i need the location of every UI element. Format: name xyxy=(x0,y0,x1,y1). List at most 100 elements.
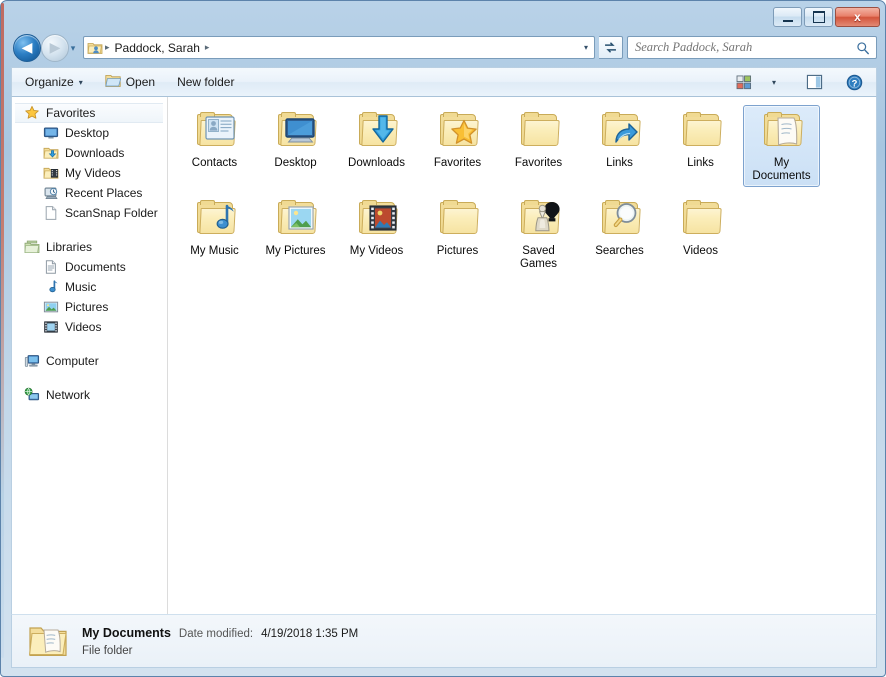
preview-pane-button[interactable] xyxy=(800,70,828,94)
file-item-links-shortcut[interactable]: Links xyxy=(581,105,658,187)
file-item-saved-games[interactable]: Saved Games xyxy=(500,193,577,275)
breadcrumb-separator-trailing[interactable]: ▸ xyxy=(203,43,212,53)
close-button[interactable]: x xyxy=(835,7,880,27)
desktop-icon xyxy=(43,125,59,141)
file-label: Searches xyxy=(595,245,644,257)
file-label: Contacts xyxy=(191,157,238,169)
open-folder-icon xyxy=(105,73,121,91)
file-label: My Videos xyxy=(349,245,404,257)
sidebar-label: Recent Places xyxy=(65,186,143,200)
maximize-button[interactable] xyxy=(804,7,833,27)
favorites-folder-icon xyxy=(434,110,482,154)
navigation-pane[interactable]: Favorites Desktop Downloads My Videos Re… xyxy=(12,97,168,614)
back-button[interactable]: ◀ xyxy=(13,34,41,62)
file-item-searches[interactable]: Searches xyxy=(581,193,658,275)
new-folder-button[interactable]: New folder xyxy=(168,70,243,94)
recent-pages-dropdown[interactable]: ▾ xyxy=(67,43,79,53)
nav-group-libraries: Libraries Documents Music Pictures Video… xyxy=(12,237,167,337)
saved-games-folder-icon xyxy=(515,198,563,242)
details-text: My Documents Date modified: 4/19/2018 1:… xyxy=(82,625,358,657)
downloads-folder-icon xyxy=(43,145,59,161)
help-button[interactable]: ? xyxy=(840,70,868,94)
details-pane: My Documents Date modified: 4/19/2018 1:… xyxy=(11,614,877,668)
sidebar-item-music[interactable]: Music xyxy=(12,277,167,297)
view-dropdown-button[interactable]: ▾ xyxy=(760,70,788,94)
open-button[interactable]: Open xyxy=(96,70,164,94)
documents-folder-icon xyxy=(758,110,806,154)
date-modified-label: Date modified: xyxy=(178,628,254,640)
sidebar-label: Pictures xyxy=(65,300,109,314)
star-icon xyxy=(24,105,40,121)
search-input[interactable] xyxy=(628,37,852,58)
file-item-contacts[interactable]: Contacts xyxy=(176,105,253,187)
sidebar-item-videos[interactable]: Videos xyxy=(12,317,167,337)
item-type: File folder xyxy=(82,645,133,657)
maximize-icon xyxy=(805,8,832,26)
file-item-links-plain[interactable]: Links xyxy=(662,105,739,187)
file-label: Saved Games xyxy=(519,245,558,270)
file-label: Pictures xyxy=(436,245,479,257)
organize-button[interactable]: Organize ▾ xyxy=(16,70,92,94)
minimize-button[interactable] xyxy=(773,7,802,27)
file-label: My Documents xyxy=(752,157,811,182)
pictures-folder-icon xyxy=(272,198,320,242)
sidebar-label: Music xyxy=(65,280,97,294)
preview-pane-icon xyxy=(806,74,822,90)
refresh-icon xyxy=(605,42,616,53)
window-frame-accent xyxy=(1,3,4,658)
new-folder-label: New folder xyxy=(177,75,235,89)
minimize-icon xyxy=(774,8,801,26)
nav-group-computer: Computer xyxy=(12,351,167,371)
file-item-videos-plain[interactable]: Videos xyxy=(662,193,739,275)
file-item-my-pictures[interactable]: My Pictures xyxy=(257,193,334,275)
date-modified-value: 4/19/2018 1:35 PM xyxy=(261,628,359,640)
user-folder-icon xyxy=(87,40,103,56)
sidebar-item-pictures[interactable]: Pictures xyxy=(12,297,167,317)
sidebar-item-recent-places[interactable]: Recent Places xyxy=(12,183,167,203)
change-view-button[interactable] xyxy=(730,70,758,94)
sidebar-item-computer[interactable]: Computer xyxy=(12,351,167,371)
breadcrumb-item-0[interactable]: Paddock, Sarah xyxy=(112,40,203,56)
plain-folder-icon xyxy=(677,110,725,154)
file-item-pictures-plain[interactable]: Pictures xyxy=(419,193,496,275)
recent-places-icon xyxy=(43,185,59,201)
sidebar-item-desktop[interactable]: Desktop xyxy=(12,123,167,143)
file-label: Favorites xyxy=(433,157,482,169)
documents-library-icon xyxy=(43,259,59,275)
file-item-favorites-plain[interactable]: Favorites xyxy=(500,105,577,187)
file-label: Links xyxy=(687,157,714,169)
file-item-my-documents[interactable]: My Documents xyxy=(743,105,820,187)
file-item-favorites-star[interactable]: Favorites xyxy=(419,105,496,187)
documents-folder-icon xyxy=(28,621,68,661)
file-item-my-videos[interactable]: My Videos xyxy=(338,193,415,275)
address-bar[interactable]: ▸ Paddock, Sarah ▸ ▾ xyxy=(83,36,595,59)
sidebar-item-my-videos[interactable]: My Videos xyxy=(12,163,167,183)
sidebar-item-scansnap-folder[interactable]: ScanSnap Folder xyxy=(12,203,167,223)
search-box[interactable] xyxy=(627,36,877,59)
sidebar-label: Favorites xyxy=(46,106,96,120)
address-dropdown-icon[interactable]: ▾ xyxy=(578,37,594,58)
sidebar-label: Libraries xyxy=(46,240,93,254)
sidebar-label: Desktop xyxy=(65,126,110,140)
file-item-desktop[interactable]: Desktop xyxy=(257,105,334,187)
file-item-my-music[interactable]: My Music xyxy=(176,193,253,275)
music-note-icon xyxy=(43,279,59,295)
refresh-button[interactable] xyxy=(599,36,623,59)
music-folder-icon xyxy=(191,198,239,242)
help-icon: ? xyxy=(846,74,862,90)
network-icon xyxy=(24,387,40,403)
file-label: Videos xyxy=(683,245,718,257)
file-list-pane[interactable]: Contacts Desktop Downloads Favorites Fav… xyxy=(168,97,876,614)
sidebar-item-network[interactable]: Network xyxy=(12,385,167,405)
sidebar-item-downloads[interactable]: Downloads xyxy=(12,143,167,163)
links-folder-icon xyxy=(596,110,644,154)
sidebar-item-libraries[interactable]: Libraries xyxy=(12,237,167,257)
forward-arrow-icon: ▶ xyxy=(49,40,61,56)
sidebar-item-favorites[interactable]: Favorites xyxy=(15,103,163,123)
file-item-downloads[interactable]: Downloads xyxy=(338,105,415,187)
forward-button[interactable]: ▶ xyxy=(41,34,69,62)
organize-label: Organize xyxy=(25,75,74,89)
search-icon xyxy=(856,41,870,55)
videos-library-icon xyxy=(43,319,59,335)
sidebar-item-documents[interactable]: Documents xyxy=(12,257,167,277)
